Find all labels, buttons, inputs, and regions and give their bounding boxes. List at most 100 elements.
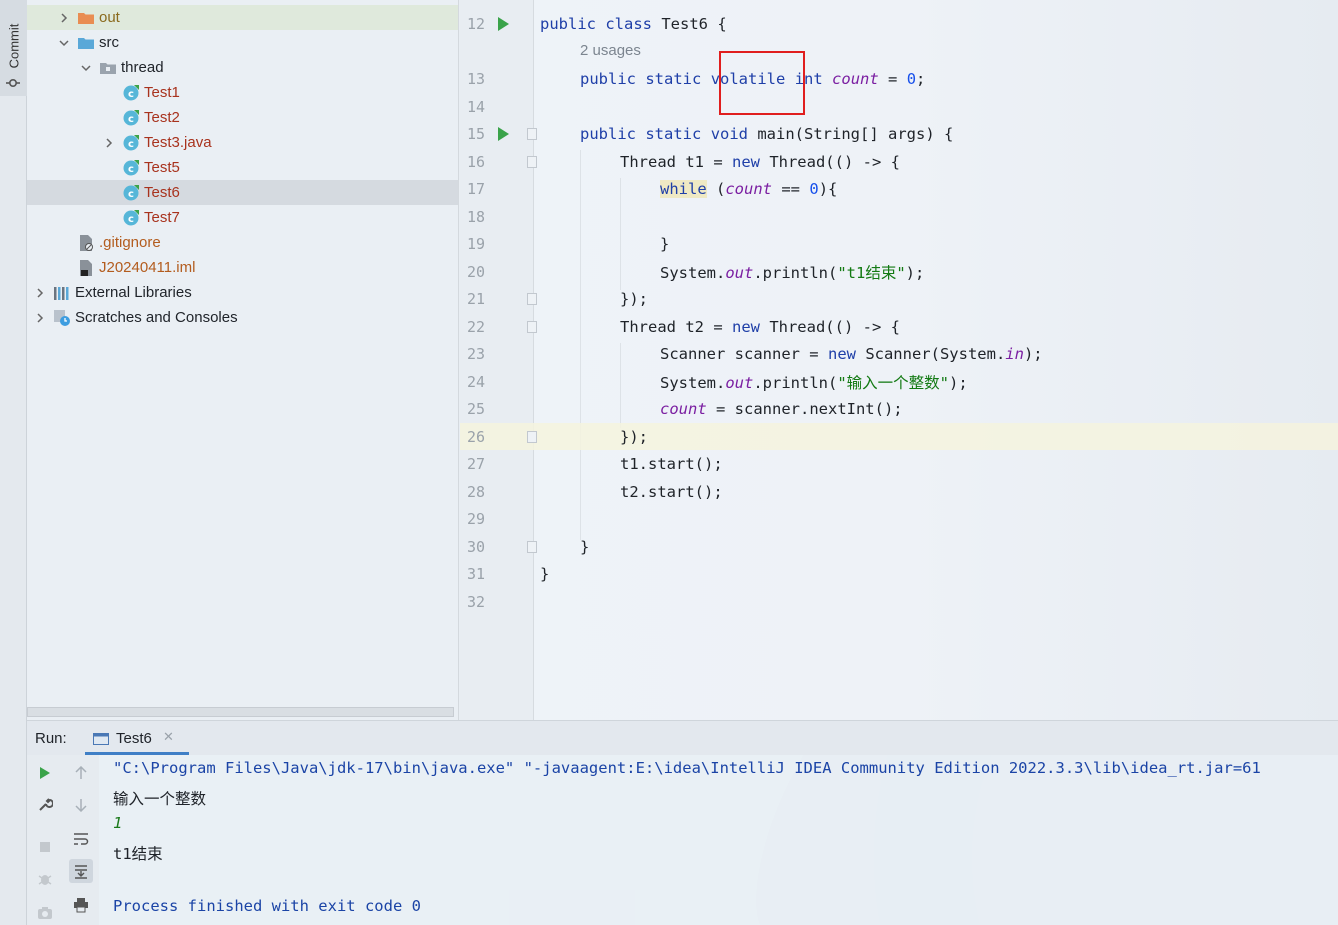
tree-item-test5[interactable]: c Test5: [27, 155, 458, 180]
tree-item-external-libraries[interactable]: External Libraries: [27, 280, 458, 305]
tree-item-src[interactable]: src: [27, 30, 458, 55]
line-number: 14: [466, 97, 485, 116]
console-line: 输入一个整数: [113, 790, 207, 808]
line-number: 24: [466, 372, 485, 391]
code-line[interactable]: 27 t1.start();: [460, 450, 1338, 477]
tree-item-label: .gitignore: [99, 234, 161, 251]
tree-item-label: src: [99, 34, 119, 51]
tree-item-label: External Libraries: [75, 284, 192, 301]
code-line[interactable]: 19}: [460, 230, 1338, 257]
run-gutter-icon[interactable]: [498, 126, 509, 141]
code-line[interactable]: 13 public static volatile int count = 0;: [460, 65, 1338, 92]
console-line: "C:\Program Files\Java\jdk-17\bin\java.e…: [113, 759, 1261, 777]
tree-item-thread[interactable]: thread: [27, 55, 458, 80]
svg-text:c: c: [128, 139, 134, 150]
chevron-down-icon[interactable]: [79, 61, 93, 75]
stop-button[interactable]: [33, 835, 57, 859]
fold-marker-icon[interactable]: [527, 430, 537, 443]
fold-marker-icon[interactable]: [527, 540, 537, 553]
tree-item-out[interactable]: out: [27, 5, 458, 30]
scroll-to-end-button[interactable]: [69, 859, 93, 883]
tree-item-label: Test3.java: [144, 134, 212, 151]
code-text: System.out.println("输入一个整数");: [660, 373, 968, 392]
tree-item-label: out: [99, 9, 120, 26]
code-line[interactable]: 25 count = scanner.nextInt();: [460, 395, 1338, 422]
code-line[interactable]: 18: [460, 203, 1338, 230]
tree-item-label: Scratches and Consoles: [75, 309, 238, 326]
console-line: t1结束: [113, 845, 163, 863]
code-line[interactable]: 32: [460, 588, 1338, 615]
run-console-output[interactable]: "C:\Program Files\Java\jdk-17\bin\java.e…: [99, 755, 1338, 925]
chevron-right-icon[interactable]: [102, 136, 116, 150]
code-line[interactable]: 29: [460, 505, 1338, 532]
scroll-down-icon: [75, 799, 87, 812]
fold-marker-icon[interactable]: [527, 320, 537, 333]
code-text: }: [580, 537, 590, 556]
line-number: 19: [466, 234, 485, 253]
rerun-button[interactable]: [33, 761, 57, 785]
tree-item-j20240411-iml[interactable]: J20240411.iml: [27, 255, 458, 280]
fold-marker-icon[interactable]: [527, 155, 537, 168]
code-text: while (count == 0){: [660, 179, 838, 198]
tree-item-label: Test6: [144, 184, 180, 201]
code-line[interactable]: 23 Scanner scanner = new Scanner(System.i…: [460, 340, 1338, 367]
print-button[interactable]: [69, 893, 93, 917]
code-line[interactable]: 21});: [460, 285, 1338, 312]
fold-marker-icon[interactable]: [527, 292, 537, 305]
soft-wrap-button[interactable]: [69, 827, 93, 851]
close-tab-icon[interactable]: ✕: [163, 730, 174, 745]
code-editor[interactable]: 12 public class Test6 { 13 public static vo…: [460, 0, 1338, 720]
project-tree-horizontal-scrollbar[interactable]: [27, 707, 454, 717]
screenshot-button[interactable]: [33, 901, 57, 925]
scroll-up-button[interactable]: [69, 761, 93, 785]
code-line[interactable]: 24 System.out.println("输入一个整数");: [460, 368, 1338, 395]
tree-item-label: Test2: [144, 109, 180, 126]
tree-item-test2[interactable]: c Test2: [27, 105, 458, 130]
tree-item-test1[interactable]: c Test1: [27, 80, 458, 105]
code-line[interactable]: 30}: [460, 533, 1338, 560]
code-line[interactable]: 15 public static void main(String[] args)…: [460, 120, 1338, 147]
line-number: 26: [466, 427, 485, 446]
code-line[interactable]: 20 System.out.println("t1结束");: [460, 258, 1338, 285]
line-number: 32: [466, 592, 485, 611]
line-number: 27: [466, 454, 485, 473]
java-class-icon: c: [122, 209, 140, 227]
code-line[interactable]: 31}: [460, 560, 1338, 587]
usages-inlay-hint[interactable]: 2 usages: [580, 42, 641, 59]
code-text: count = scanner.nextInt();: [660, 399, 903, 418]
tree-item-label: Test5: [144, 159, 180, 176]
chevron-right-icon[interactable]: [33, 311, 47, 325]
tree-item-scratches-and-consoles[interactable]: Scratches and Consoles: [27, 305, 458, 330]
tree-item-test3-java[interactable]: c Test3.java: [27, 130, 458, 155]
scroll-down-button[interactable]: [69, 793, 93, 817]
tree-item-gitignore[interactable]: .gitignore: [27, 230, 458, 255]
line-number: 20: [466, 262, 485, 281]
debug-button[interactable]: [33, 867, 57, 891]
run-gutter-icon[interactable]: [498, 16, 509, 31]
tree-item-test7[interactable]: c Test7: [27, 205, 458, 230]
tree-item-test6[interactable]: c Test6: [27, 180, 458, 205]
fold-marker-icon[interactable]: [527, 127, 537, 140]
code-text: });: [620, 289, 648, 308]
run-tab-test6[interactable]: Test6 ✕: [77, 721, 189, 756]
wrench-icon: [39, 798, 53, 811]
code-line[interactable]: 28 t2.start();: [460, 478, 1338, 505]
chevron-right-icon[interactable]: [33, 286, 47, 300]
run-config-icon: [93, 733, 109, 745]
line-number: 29: [466, 509, 485, 528]
settings-button[interactable]: [33, 793, 57, 817]
code-text: }: [540, 564, 550, 583]
code-line[interactable]: 14: [460, 93, 1338, 120]
code-line[interactable]: 16 Thread t1 = new Thread(() -> {: [460, 148, 1338, 175]
chevron-right-icon[interactable]: [57, 11, 71, 25]
line-number: 12: [466, 14, 485, 33]
code-text: t2.start();: [620, 482, 723, 501]
code-line[interactable]: 22 Thread t2 = new Thread(() -> {: [460, 313, 1338, 340]
line-number: 15: [466, 124, 485, 143]
code-line[interactable]: 12 public class Test6 {: [460, 10, 1338, 37]
commit-tool-tab[interactable]: Commit: [0, 0, 27, 96]
code-line[interactable]: 26});: [460, 423, 1338, 450]
chevron-down-icon[interactable]: [57, 36, 71, 50]
code-line[interactable]: 17 while (count == 0){: [460, 175, 1338, 202]
code-text: }: [660, 234, 670, 253]
